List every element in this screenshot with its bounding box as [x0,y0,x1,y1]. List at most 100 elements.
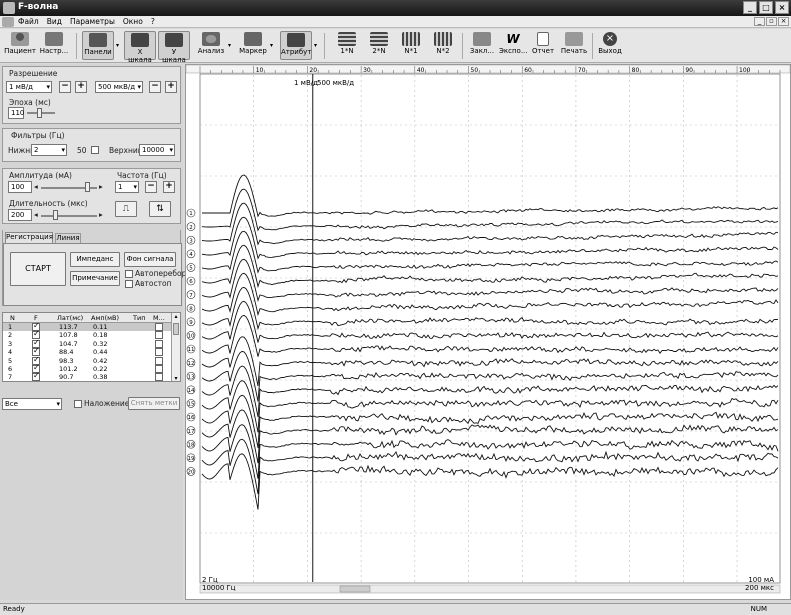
table-row[interactable]: 6 101.2 0.22 [3,363,173,373]
bookmark-button[interactable]: Закл... [468,31,496,60]
col-latency[interactable]: Лат(мс) [57,314,83,322]
epoch-slider-thumb[interactable] [37,108,42,118]
menu-window[interactable]: Окно [119,17,147,26]
duration-slider-thumb[interactable] [53,210,58,220]
layout-1n-button[interactable]: 1*N [334,31,360,60]
sweep-plus-button[interactable]: + [165,81,177,93]
print-button[interactable]: Печать [560,31,588,60]
amplitude-right-arrow-icon[interactable]: ▸ [99,182,103,191]
layout-n1-button[interactable]: N*1 [398,31,424,60]
table-row[interactable]: 2 107.8 0.18 [3,329,173,340]
menu-view[interactable]: Вид [43,17,66,26]
frequency-select[interactable]: 1 [115,181,139,193]
marker-dropdown-icon[interactable]: ▾ [270,42,273,49]
report-button[interactable]: Отчет [530,31,556,60]
resolution-group: Разрешение 1 мВ/д − + 500 мкВ/д − + Эпох… [2,66,181,124]
note-button[interactable]: Примечание [70,271,120,286]
table-row[interactable]: 3 104.7 0.32 [3,338,173,348]
freq-minus-button[interactable]: − [145,181,157,193]
start-button[interactable]: СТАРТ [10,252,66,286]
scroll-thumb[interactable] [173,323,179,335]
duration-right-arrow-icon[interactable]: ▸ [99,210,103,219]
high-filter-select[interactable]: 10000 [139,144,175,156]
attribute-button[interactable]: Атрибут [280,31,312,60]
layout-2n-button[interactable]: 2*N [366,31,392,60]
marker-button[interactable]: Маркер [238,31,268,60]
amplitude-input[interactable]: 100 [8,181,32,193]
filters-group: Фильтры (Гц) Нижний 2 50 Верхний 10000 [2,128,181,162]
analysis-dropdown-icon[interactable]: ▾ [228,42,231,49]
row-mark-checkbox[interactable] [155,365,163,373]
tab-registration[interactable]: Регистрация [5,232,53,243]
table-scrollbar[interactable]: ▴ ▾ [171,313,180,381]
yscale-button[interactable]: У шкала [158,31,190,64]
impedance-button[interactable]: Импеданс [70,252,120,267]
sensitivity-select[interactable]: 1 мВ/д [6,81,52,93]
col-mark[interactable]: М... [153,314,165,322]
row-mark-checkbox[interactable] [155,348,163,357]
autoselect-checkbox[interactable] [125,270,133,278]
sens-minus-button[interactable]: − [59,81,71,93]
single-pulse-button[interactable]: ⎍ [115,201,137,217]
menu-bar: Файл Вид Параметры Окно ? _ ▫ × [0,16,791,28]
row-mark-checkbox[interactable] [155,356,163,365]
row-mark-checkbox[interactable] [155,373,163,381]
table-row[interactable]: 7 90.7 0.38 [3,371,173,381]
col-amplitude[interactable]: Амп(мВ) [91,314,119,322]
tab-line[interactable]: Линия [55,233,81,243]
menu-help[interactable]: ? [147,17,159,26]
epoch-input[interactable]: 110 [8,107,24,119]
filter-select[interactable]: Все [2,398,62,410]
polarity-button[interactable]: ⇅ [149,201,171,217]
col-n[interactable]: N [10,314,15,322]
scroll-down-icon[interactable]: ▾ [172,375,180,381]
close-icon[interactable]: × [775,1,789,14]
layout-n2-button[interactable]: N*2 [430,31,456,60]
panels-button[interactable]: Панели [82,31,114,60]
layout-2n-label: 2*N [372,47,386,55]
table-cell-amp: 0.18 [93,331,108,340]
patient-button[interactable]: Пациент [4,31,36,60]
scroll-up-icon[interactable]: ▴ [172,313,180,321]
menu-file[interactable]: Файл [14,17,43,26]
table-row[interactable]: 1 113.7 0.11 [3,321,173,331]
mdi-minimize-icon[interactable]: _ [754,17,765,26]
exit-button[interactable]: × Выход [596,31,624,60]
export-button[interactable]: W Экспо... [499,31,528,60]
sweep-minus-button[interactable]: − [149,81,161,93]
document-icon[interactable] [2,16,14,27]
duration-slider[interactable] [41,215,97,217]
amplitude-slider-thumb[interactable] [85,182,90,192]
overlay-checkbox[interactable] [74,400,82,408]
freq-plus-button[interactable]: + [163,181,175,193]
panels-dropdown-icon[interactable]: ▾ [116,42,119,49]
table-row[interactable]: 5 98.3 0.42 [3,355,173,365]
mdi-close-icon[interactable]: × [778,17,789,26]
xscale-button[interactable]: Х шкала [124,31,156,64]
analysis-button[interactable]: Анализ [196,31,226,60]
row-f-checkbox[interactable] [32,371,40,381]
mdi-restore-icon[interactable]: ▫ [766,17,777,26]
menu-params[interactable]: Параметры [66,17,119,26]
background-signal-button[interactable]: Фон сигнала [124,252,176,267]
sens-plus-button[interactable]: + [75,81,87,93]
row-mark-checkbox[interactable] [155,331,163,340]
autostop-checkbox[interactable] [125,280,133,288]
table-row[interactable]: 4 88.4 0.44 [3,346,173,357]
low-filter-select[interactable]: 2 [31,144,67,156]
row-mark-checkbox[interactable] [155,323,163,331]
maximize-icon[interactable]: □ [759,1,773,14]
sweep-select[interactable]: 500 мкВ/д [95,81,143,93]
trace-number-label: 18 [188,442,195,448]
clear-marks-button[interactable]: Снять метки [128,397,180,410]
duration-input[interactable]: 200 [8,209,32,221]
attribute-dropdown-icon[interactable]: ▾ [314,42,317,49]
notch-checkbox[interactable] [91,146,99,154]
col-type[interactable]: Тип [133,314,145,322]
plot-area[interactable]: 10 20 30 40 50 60 70 80 90 100 1 2 3 4 5 6 7 8 9 10 11 12 13 14… [185,64,791,600]
duration-left-arrow-icon[interactable]: ◂ [34,210,38,219]
settings-button[interactable]: Настр... [38,31,70,60]
amplitude-left-arrow-icon[interactable]: ◂ [34,182,38,191]
minimize-icon[interactable]: _ [743,1,757,14]
row-mark-checkbox[interactable] [155,339,163,348]
